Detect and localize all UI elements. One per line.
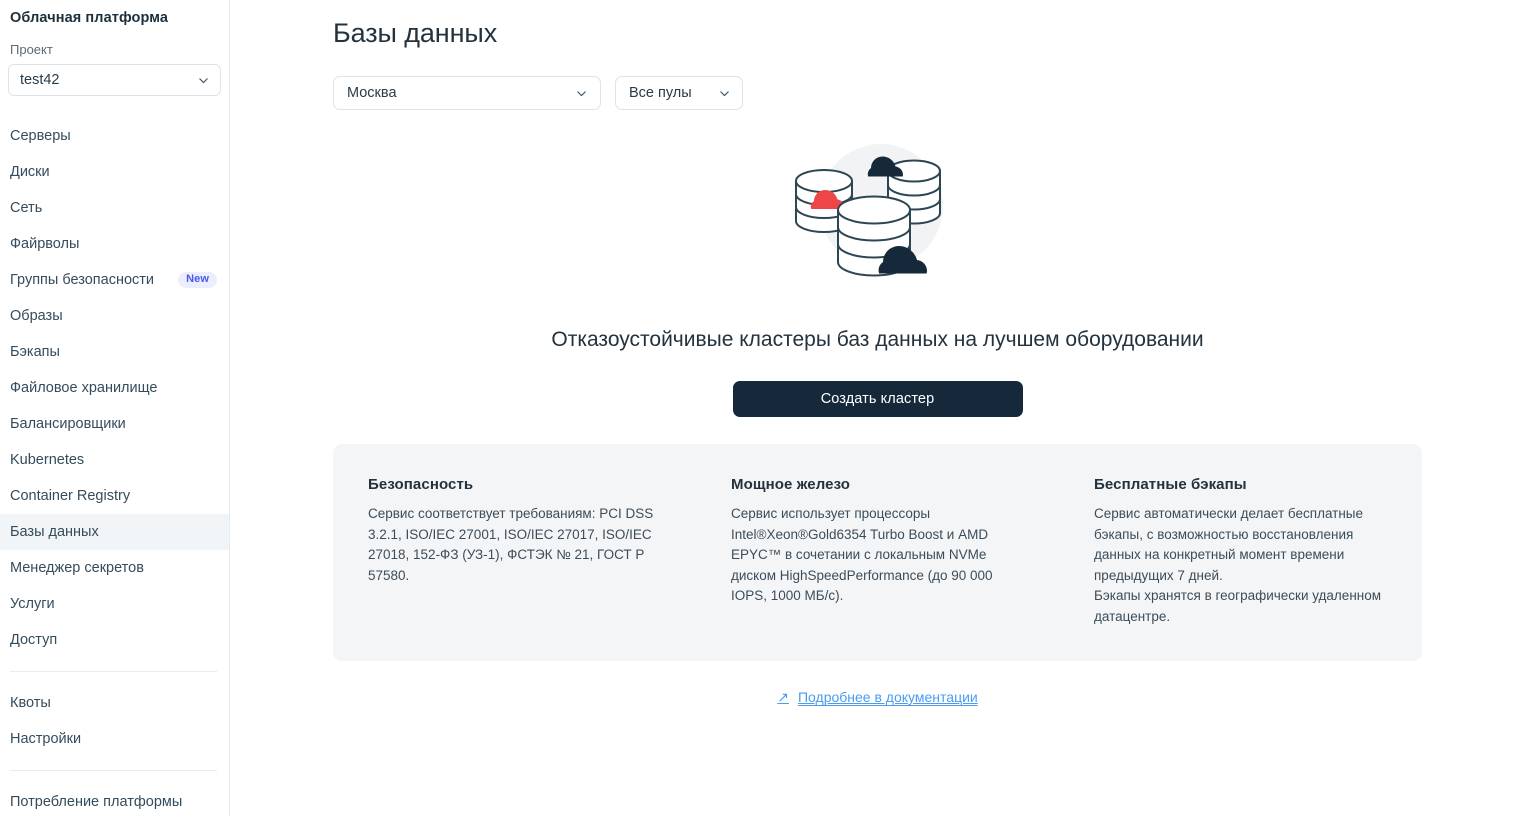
- sidebar-divider: [10, 770, 217, 771]
- documentation-link-label: Подробнее в документации: [797, 689, 978, 705]
- feature-title: Бесплатные бэкапы: [1094, 476, 1247, 493]
- feature-text: Сервис соответствует требованиям: PCI DS…: [368, 506, 654, 583]
- sidebar-item-label: Квоты: [10, 695, 51, 711]
- sidebar-item-менеджер-секретов[interactable]: Менеджер секретов: [0, 550, 229, 586]
- sidebar-item-label: Базы данных: [10, 524, 99, 540]
- doc-link-row: ↗ Подробнее в документации: [230, 689, 1525, 707]
- create-cluster-button[interactable]: Создать кластер: [732, 381, 1023, 417]
- main-content: Базы данных Москва Все пулы Отказоустойч…: [230, 0, 1525, 816]
- sidebar-item-label: Серверы: [10, 128, 71, 144]
- chevron-down-icon: [575, 87, 588, 100]
- empty-state-hero: Отказоустойчивые кластеры баз данных на …: [230, 128, 1525, 417]
- sidebar-item-label: Услуги: [10, 596, 55, 612]
- sidebar-item-квоты[interactable]: Квоты: [0, 685, 229, 721]
- sidebar-item-label: Балансировщики: [10, 416, 126, 432]
- feature-title: Безопасность: [368, 476, 474, 493]
- feature-text: Сервис использует процессоры Intel®Xeon®…: [731, 506, 993, 603]
- filter-bar: Москва Все пулы: [333, 76, 1525, 110]
- sidebar-item-файловое-хранилище[interactable]: Файловое хранилище: [0, 370, 229, 406]
- sidebar-item-доступ[interactable]: Доступ: [0, 622, 229, 658]
- sidebar-item-label: Container Registry: [10, 488, 131, 504]
- feature-title: Мощное железо: [731, 476, 851, 493]
- sidebar-item-label: Диски: [10, 164, 50, 180]
- sidebar-item-label: Файрволы: [10, 236, 80, 252]
- sidebar-item-файрволы[interactable]: Файрволы: [0, 226, 229, 262]
- hero-title: Отказоустойчивые кластеры баз данных на …: [551, 328, 1204, 351]
- sidebar-item-базы-данных[interactable]: Базы данных: [0, 514, 229, 550]
- sidebar-divider: [10, 671, 217, 672]
- project-selector[interactable]: test42: [8, 64, 221, 96]
- chevron-down-icon: [718, 87, 731, 100]
- sidebar-item-серверы[interactable]: Серверы: [0, 118, 229, 154]
- sidebar-item-label: Бэкапы: [10, 344, 60, 360]
- feature-column: Бесплатные бэкапы Сервис автоматически де…: [1059, 476, 1422, 627]
- project-selector-value: test42: [20, 72, 60, 88]
- sidebar-item-потребление-платформы[interactable]: Потребление платформы: [0, 784, 229, 816]
- sidebar-item-label: Менеджер секретов: [10, 560, 144, 576]
- brand-title: Облачная платформа: [10, 10, 169, 26]
- feature-column: Безопасность Сервис соответствует требова…: [333, 476, 696, 627]
- sidebar-item-бэкапы[interactable]: Бэкапы: [0, 334, 229, 370]
- project-label: Проект: [10, 42, 53, 57]
- sidebar-item-образы[interactable]: Образы: [0, 298, 229, 334]
- region-filter-value: Москва: [347, 85, 397, 101]
- sidebar-item-сеть[interactable]: Сеть: [0, 190, 229, 226]
- pool-filter-value: Все пулы: [629, 85, 692, 101]
- arrow-up-right-icon: ↗: [777, 689, 789, 705]
- sidebar-item-label: Kubernetes: [10, 452, 85, 468]
- sidebar-item-label: Доступ: [10, 632, 58, 648]
- sidebar-item-группы-безопасности[interactable]: Группы безопасности New: [0, 262, 229, 298]
- sidebar-item-label: Группы безопасности: [10, 272, 155, 288]
- documentation-link[interactable]: ↗ Подробнее в документации: [777, 689, 977, 705]
- sidebar-item-label: Настройки: [10, 731, 82, 747]
- sidebar-item-настройки[interactable]: Настройки: [0, 721, 229, 757]
- sidebar-nav: Серверы Диски Сеть Файрволы Группы безопасно…: [0, 118, 229, 816]
- sidebar-item-диски[interactable]: Диски: [0, 154, 229, 190]
- sidebar-item-балансировщики[interactable]: Балансировщики: [0, 406, 229, 442]
- sidebar-item-label: Сеть: [10, 200, 43, 216]
- sidebar-item-label: Образы: [10, 308, 63, 324]
- sidebar-item-label: Потребление платформы: [10, 794, 183, 810]
- sidebar-item-услуги[interactable]: Услуги: [0, 586, 229, 622]
- sidebar-item-kubernetes[interactable]: Kubernetes: [0, 442, 229, 478]
- features-card: Безопасность Сервис соответствует требова…: [333, 444, 1422, 661]
- sidebar-item-container-registry[interactable]: Container Registry: [0, 478, 229, 514]
- feature-column: Мощное железо Сервис использует процессор…: [696, 476, 1059, 627]
- sidebar-item-label: Файловое хранилище: [10, 380, 158, 396]
- app-root: Облачная платформа Проект test42 Серверы…: [0, 0, 1525, 816]
- databases-clouds-illustration: [794, 144, 943, 277]
- sidebar: Облачная платформа Проект test42 Серверы…: [0, 0, 230, 816]
- page-title: Базы данных: [333, 18, 498, 48]
- region-filter[interactable]: Москва: [333, 76, 601, 110]
- sidebar-item-badge: New: [178, 272, 217, 288]
- pool-filter[interactable]: Все пулы: [615, 76, 743, 110]
- chevron-down-icon: [197, 74, 210, 87]
- feature-text: Сервис автоматически делает бесплатные б…: [1094, 506, 1382, 624]
